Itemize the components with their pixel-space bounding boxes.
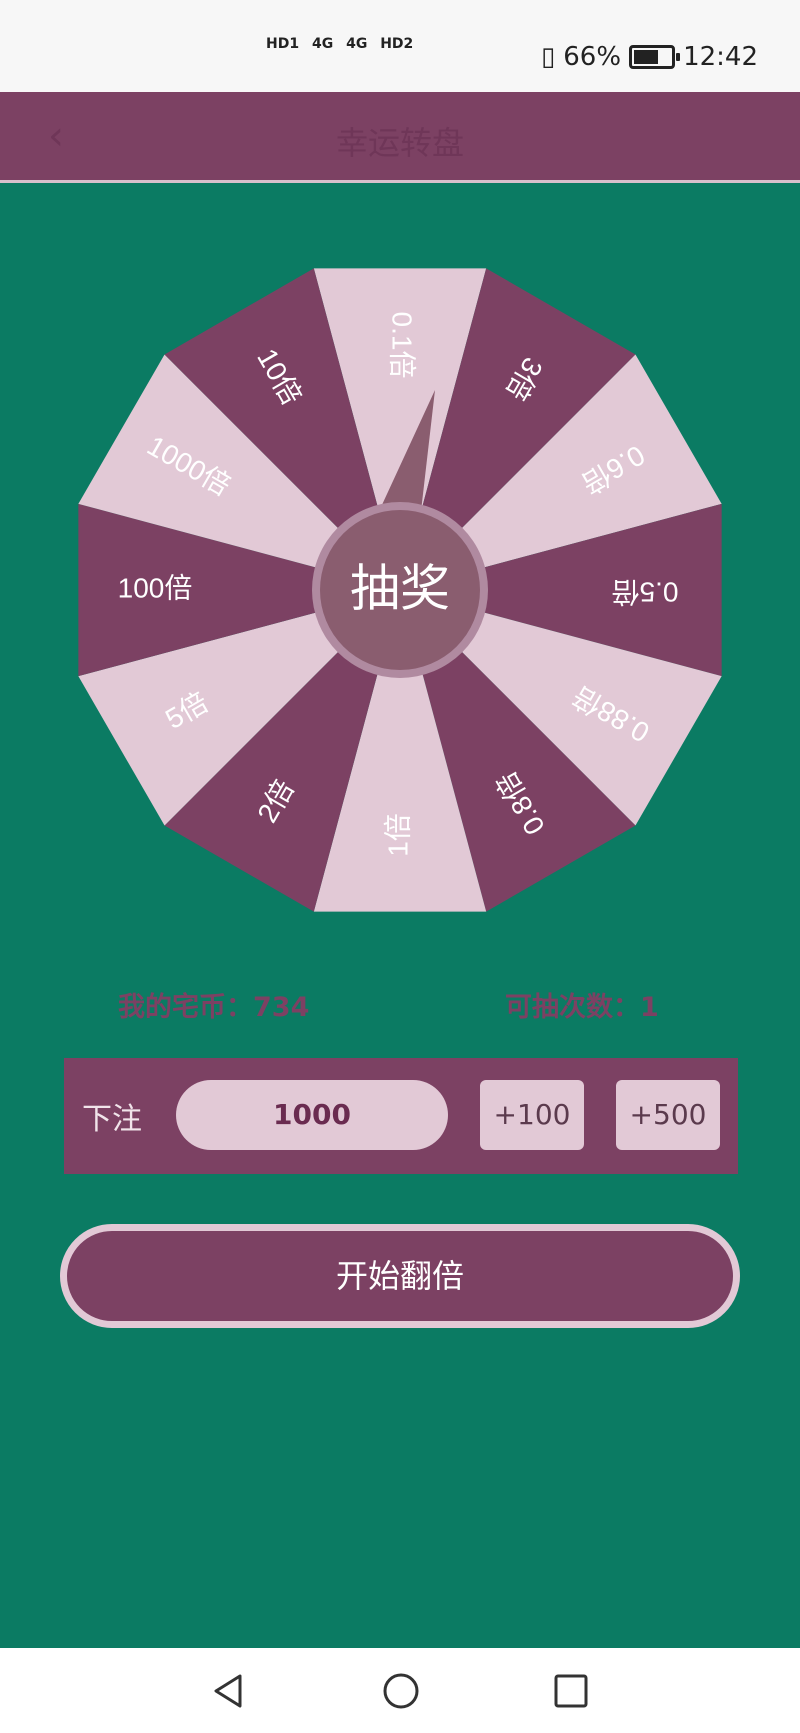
hd2-indicator: HD2 (380, 36, 414, 52)
battery-icon (629, 45, 681, 69)
vibrate-icon: ▯ (540, 42, 556, 72)
stats-row: 我的宅币：734 可抽次数：1 (0, 985, 800, 1025)
nav-recent-apps-icon[interactable] (550, 1670, 592, 1712)
coins-label: 我的宅币：734 (118, 992, 310, 1023)
status-bar: HD1 4G 4G HD2 ▯ 66% 12:42 (0, 0, 800, 92)
bet-amount-input[interactable]: 1000 (176, 1080, 448, 1150)
spin-button-label[interactable]: 抽奖 (350, 560, 450, 618)
wheel-segment-label: 0.5倍 (612, 577, 679, 608)
wheel-segment-label: 1倍 (382, 813, 413, 857)
battery-percent: 66% (563, 42, 622, 72)
network-indicators: HD1 4G 4G HD2 (266, 36, 421, 52)
hd1-indicator: HD1 (266, 36, 300, 52)
draw-count-label: 可抽次数：1 (505, 992, 659, 1023)
bet-label: 下注 (82, 1102, 142, 1137)
nav-home-icon[interactable] (380, 1670, 422, 1712)
start-double-button[interactable]: 开始翻倍 (60, 1224, 740, 1328)
bet-panel: 下注 1000 +100 +500 (64, 1058, 738, 1174)
add-500-button[interactable]: +500 (616, 1080, 720, 1150)
4g-signal-2: 4G (346, 36, 368, 52)
navigation-bar (0, 1648, 800, 1733)
wheel-graphic: 0.1倍3倍0.6倍0.5倍0.88倍0.8倍1倍2倍5倍100倍1000倍10… (78, 268, 722, 912)
page-title: 幸运转盘 (335, 124, 464, 162)
wheel-segment-label: 100倍 (118, 572, 193, 603)
nav-back-icon[interactable] (208, 1670, 250, 1712)
app-bar: ‹ 幸运转盘 (0, 92, 800, 183)
add-100-button[interactable]: +100 (480, 1080, 584, 1150)
wheel-segment-label: 0.1倍 (387, 312, 418, 379)
prize-wheel: 0.1倍 3倍 0.6倍 0.5倍 0.88倍 0.8倍 1倍 2倍 5倍 100倍 1000倍 10… (60, 250, 740, 930)
4g-signal-1: 4G (311, 36, 334, 52)
clock: 12:42 (683, 42, 758, 72)
